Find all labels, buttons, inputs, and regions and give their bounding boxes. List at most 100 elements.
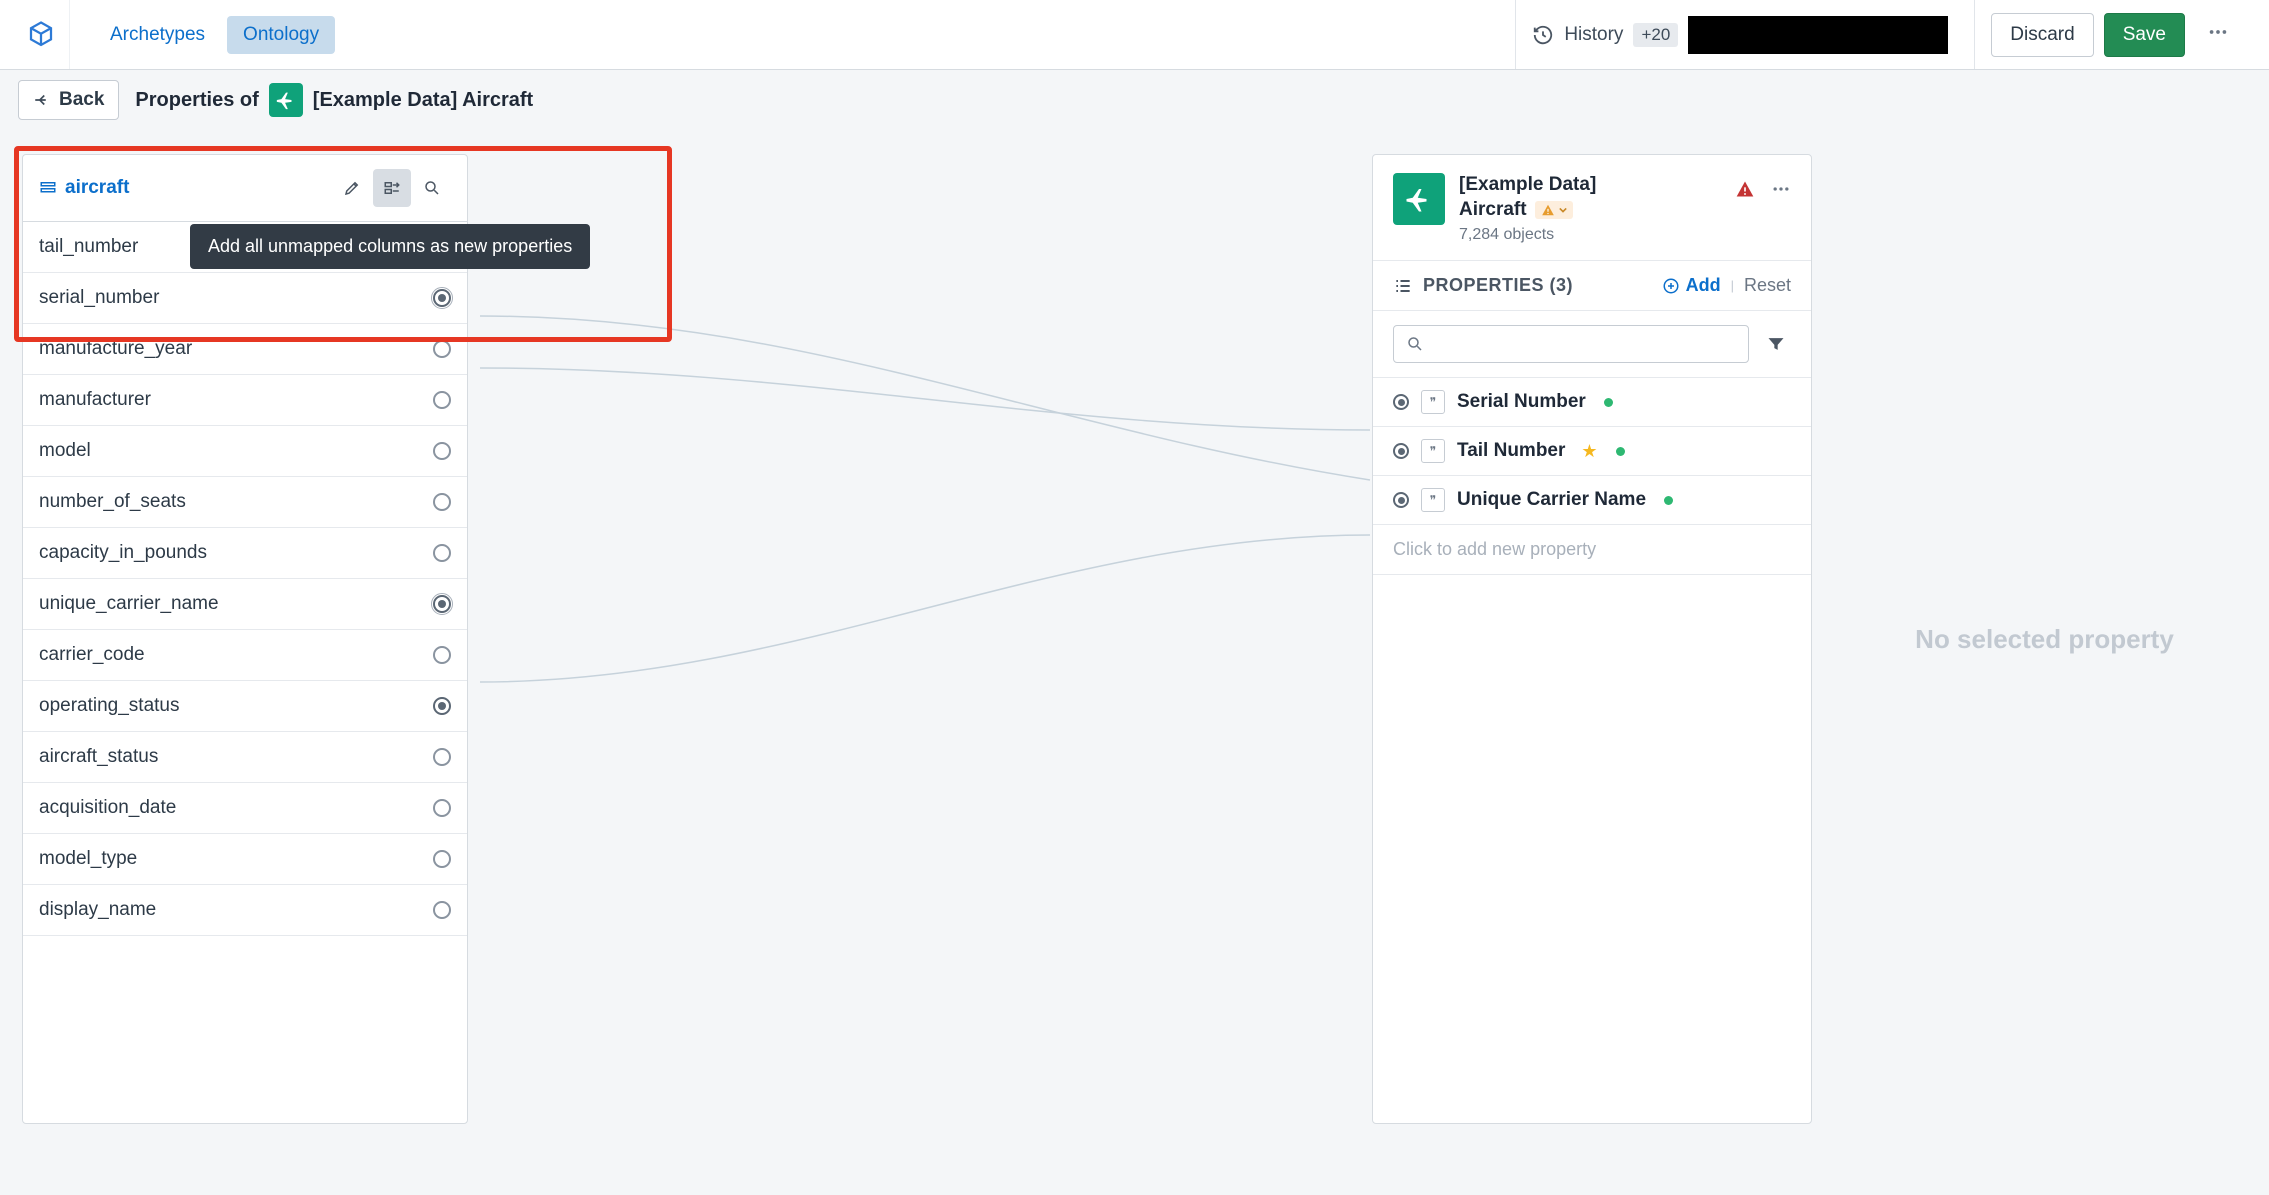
mapping-indicator[interactable]	[433, 646, 451, 664]
column-row[interactable]: number_of_seats	[23, 477, 467, 528]
property-search-input[interactable]	[1393, 325, 1749, 363]
plus-circle-icon	[1662, 277, 1680, 295]
property-list: ❞ Serial Number ❞ Tail Number ★ ❞Unique Carri…	[1373, 378, 1811, 525]
actions-section: Discard Save	[1974, 0, 2257, 69]
column-list: tail_numberserial_numbermanufacture_year…	[23, 222, 467, 936]
column-row[interactable]: serial_number	[23, 273, 467, 324]
object-count: 7,284 objects	[1459, 226, 1721, 244]
object-title-line2: Aircraft	[1459, 198, 1527, 223]
app-logo[interactable]	[12, 0, 70, 69]
column-name: model	[39, 440, 433, 462]
tab-ontology[interactable]: Ontology	[227, 16, 335, 54]
back-button[interactable]: Back	[18, 80, 119, 120]
add-all-unmapped-button[interactable]	[373, 169, 411, 207]
mapping-indicator[interactable]	[433, 493, 451, 511]
property-row[interactable]: ❞Unique Carrier Name	[1373, 476, 1811, 525]
error-icon[interactable]	[1735, 179, 1755, 199]
properties-section-header: PROPERTIES (3) Add | Reset	[1373, 261, 1811, 311]
type-string-icon: ❞	[1421, 390, 1445, 414]
save-button[interactable]: Save	[2104, 13, 2185, 57]
add-property-placeholder[interactable]: Click to add new property	[1373, 525, 1811, 575]
property-indicator	[1393, 394, 1409, 410]
tab-archetypes[interactable]: Archetypes	[94, 16, 221, 54]
column-row[interactable]: model	[23, 426, 467, 477]
column-row[interactable]: model_type	[23, 834, 467, 885]
property-name: Serial Number	[1457, 391, 1586, 413]
mapping-indicator[interactable]	[433, 442, 451, 460]
filter-button[interactable]	[1761, 325, 1791, 363]
star-icon: ★	[1581, 441, 1597, 462]
column-name: serial_number	[39, 287, 433, 309]
plane-icon	[1393, 173, 1445, 225]
mapping-indicator[interactable]	[433, 901, 451, 919]
type-string-icon: ❞	[1421, 439, 1445, 463]
mapping-indicator[interactable]	[433, 544, 451, 562]
list-icon	[1393, 276, 1413, 296]
history-count-badge: +20	[1633, 23, 1678, 47]
mapping-indicator[interactable]	[433, 289, 451, 307]
object-header: [Example Data] Aircraft 7,284 objects	[1373, 155, 1811, 261]
mapping-indicator[interactable]	[433, 595, 451, 613]
status-dot	[1616, 447, 1625, 456]
plane-icon	[269, 83, 303, 117]
object-properties-panel: [Example Data] Aircraft 7,284 objects PR…	[1372, 154, 1812, 1124]
warning-badge[interactable]	[1535, 201, 1573, 219]
top-bar: Archetypes Ontology History +20 Discard …	[0, 0, 2269, 70]
mapping-indicator[interactable]	[433, 799, 451, 817]
edit-source-button[interactable]	[333, 169, 371, 207]
property-indicator	[1393, 492, 1409, 508]
dataset-icon	[39, 179, 57, 197]
map-columns-icon	[383, 179, 401, 197]
mapping-indicator[interactable]	[433, 697, 451, 715]
column-row[interactable]: manufacture_year	[23, 324, 467, 375]
history-section[interactable]: History +20	[1515, 0, 1964, 69]
mapping-indicator[interactable]	[433, 391, 451, 409]
property-search-field[interactable]	[1434, 334, 1736, 354]
column-name: display_name	[39, 899, 433, 921]
warning-icon	[1541, 203, 1555, 217]
column-row[interactable]: operating_status	[23, 681, 467, 732]
breadcrumb: Properties of [Example Data] Aircraft	[135, 83, 533, 117]
source-header: aircraft	[23, 155, 467, 222]
column-name: carrier_code	[39, 644, 433, 666]
topbar-right: History +20 Discard Save	[1515, 0, 2257, 69]
property-row[interactable]: ❞ Tail Number ★	[1373, 427, 1811, 476]
column-row[interactable]: unique_carrier_name	[23, 579, 467, 630]
column-name: manufacture_year	[39, 338, 433, 360]
column-name: capacity_in_pounds	[39, 542, 433, 564]
column-row[interactable]: carrier_code	[23, 630, 467, 681]
more-icon[interactable]	[2195, 21, 2241, 49]
reset-button[interactable]: Reset	[1744, 275, 1791, 296]
mapping-indicator[interactable]	[433, 340, 451, 358]
column-name: operating_status	[39, 695, 433, 717]
search-icon	[1406, 335, 1424, 353]
more-icon[interactable]	[1771, 179, 1791, 199]
breadcrumb-entity: [Example Data] Aircraft	[313, 89, 533, 112]
mapping-indicator[interactable]	[433, 850, 451, 868]
history-label: History	[1564, 24, 1623, 46]
column-row[interactable]: manufacturer	[23, 375, 467, 426]
search-icon	[423, 179, 441, 197]
search-columns-button[interactable]	[413, 169, 451, 207]
tooltip: Add all unmapped columns as new properti…	[190, 224, 590, 269]
column-row[interactable]: display_name	[23, 885, 467, 936]
column-row[interactable]: capacity_in_pounds	[23, 528, 467, 579]
column-row[interactable]: aircraft_status	[23, 732, 467, 783]
property-name: Unique Carrier Name	[1457, 489, 1646, 511]
status-dot	[1664, 496, 1673, 505]
cube-icon	[26, 20, 56, 50]
property-row[interactable]: ❞ Serial Number	[1373, 378, 1811, 427]
redacted-region	[1688, 16, 1948, 54]
property-name: Tail Number	[1457, 440, 1565, 462]
add-property-button[interactable]: Add	[1662, 275, 1721, 296]
section-title: PROPERTIES (3)	[1423, 275, 1652, 296]
source-name[interactable]: aircraft	[39, 177, 323, 199]
mapping-indicator[interactable]	[433, 748, 451, 766]
discard-button[interactable]: Discard	[1991, 13, 2093, 57]
column-row[interactable]: acquisition_date	[23, 783, 467, 834]
filter-icon	[1766, 334, 1786, 354]
object-title-line1: [Example Data]	[1459, 173, 1721, 198]
column-name: number_of_seats	[39, 491, 433, 513]
back-label: Back	[59, 89, 104, 111]
breadcrumb-prefix: Properties of	[135, 89, 258, 112]
